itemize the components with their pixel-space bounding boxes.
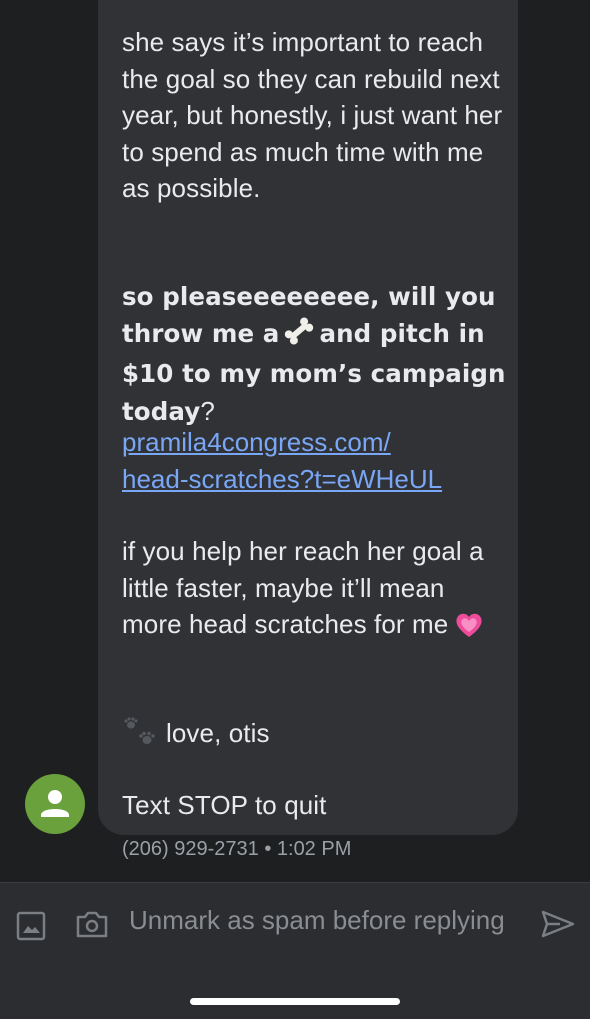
donation-link[interactable]: pramila4congress.com/ head-scratches?t=e… [122, 424, 442, 497]
message-composer: Unmark as spam before replying [0, 882, 590, 1019]
question-mark: ? [200, 395, 215, 426]
message-bold-request: so pleaseeeeeeee, will you throw me a and… [122, 279, 507, 430]
gallery-icon[interactable] [16, 911, 46, 946]
link-line-1[interactable]: pramila4congress.com/ [122, 424, 442, 461]
paragraph-3-text: if you help her reach her goal a little … [122, 536, 484, 639]
link-line-2[interactable]: head-scratches?t=eWHeUL [122, 461, 442, 498]
message-signoff: love, otis [122, 715, 507, 760]
composer-input[interactable]: Unmark as spam before replying [129, 905, 505, 936]
home-indicator[interactable] [190, 998, 400, 1005]
signoff-text: love, otis [166, 718, 270, 748]
heart-emoji [454, 611, 484, 649]
bone-emoji [283, 316, 315, 357]
message-paragraph-3: if you help her reach her goal a little … [122, 533, 507, 649]
send-icon[interactable] [540, 909, 576, 944]
stop-instruction: Text STOP to quit [122, 790, 327, 820]
sender-timestamp: (206) 929-2731 • 1:02 PM [122, 838, 352, 860]
paw-prints-emoji [122, 716, 158, 760]
message-paragraph-1: she says it’s important to reach the goa… [122, 27, 503, 203]
camera-icon[interactable] [75, 909, 109, 944]
person-icon [41, 790, 69, 817]
sender-avatar[interactable] [25, 774, 85, 834]
